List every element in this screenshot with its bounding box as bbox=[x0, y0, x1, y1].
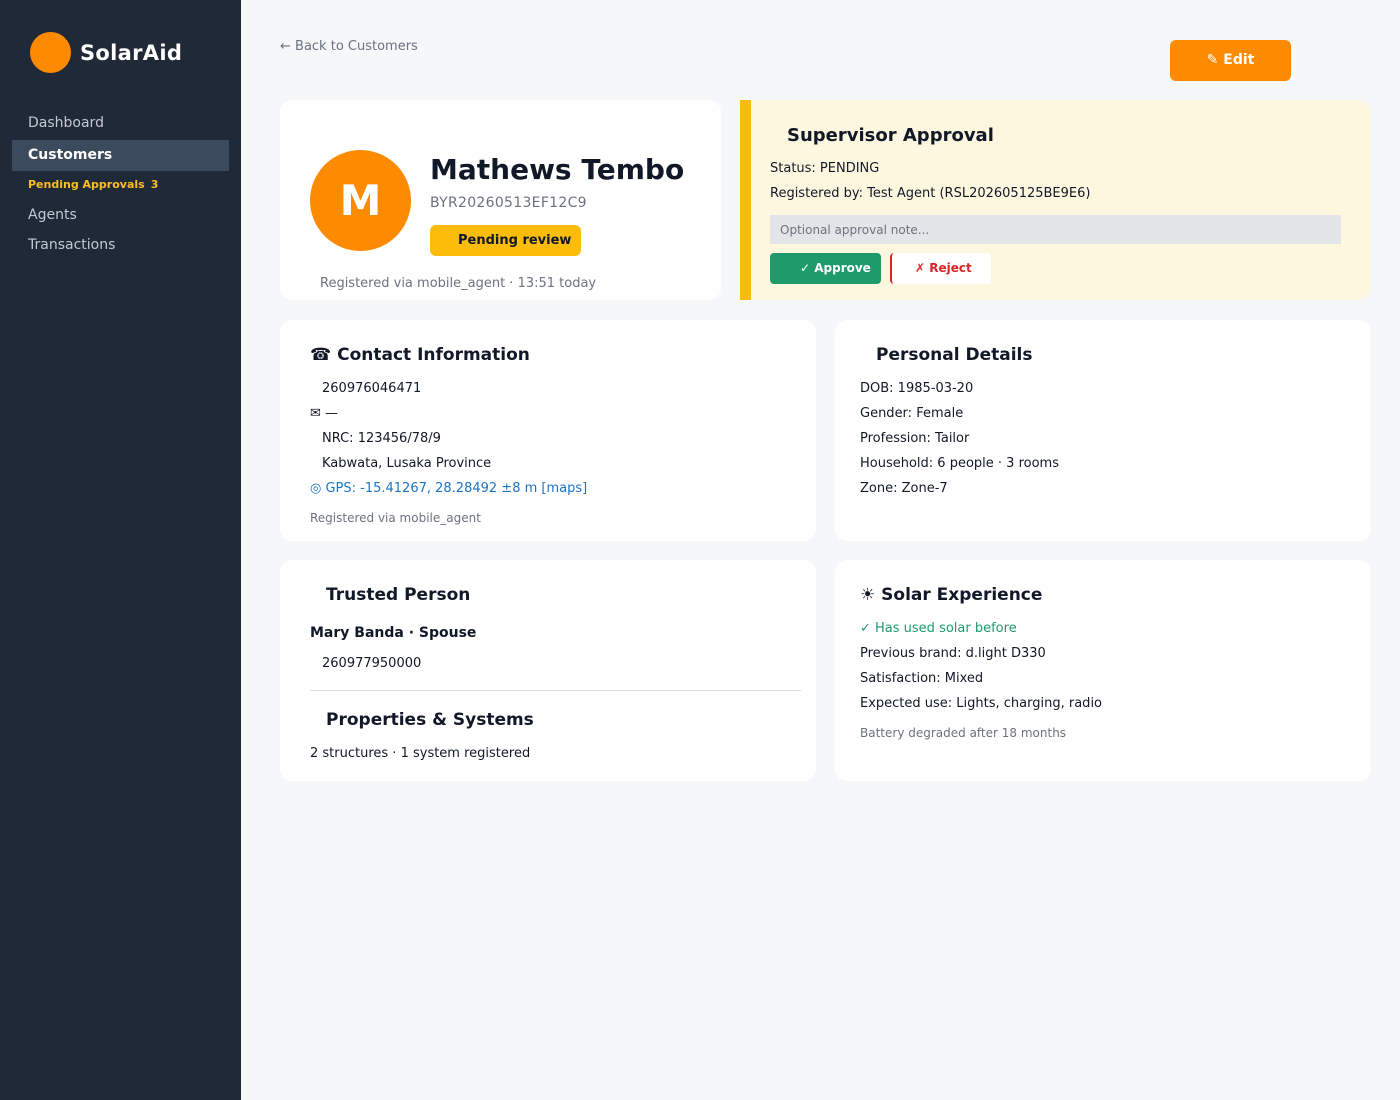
sidebar-item-transactions[interactable]: Transactions bbox=[12, 230, 229, 261]
contact-information-card: ☎ Contact Information 260976046471 ✉ — N… bbox=[280, 320, 816, 541]
solar-satisfaction: Satisfaction: Mixed bbox=[860, 671, 984, 686]
sidebar: SolarAid Dashboard Customers Pending App… bbox=[0, 0, 241, 1100]
contact-nrc: NRC: 123456/78/9 bbox=[322, 431, 441, 446]
personal-profession: Profession: Tailor bbox=[860, 431, 970, 446]
supervisor-approval-panel: Supervisor Approval Status: PENDING Regi… bbox=[740, 100, 1370, 300]
personal-gender: Gender: Female bbox=[860, 406, 964, 421]
personal-zone: Zone: Zone-7 bbox=[860, 481, 948, 496]
sidebar-item-customers[interactable]: Customers bbox=[12, 140, 229, 171]
sidebar-item-pending-approvals[interactable]: Pending Approvals 3 bbox=[28, 178, 158, 191]
brand-name: SolarAid bbox=[80, 40, 183, 65]
pending-approvals-count: 3 bbox=[150, 178, 159, 191]
contact-phone[interactable]: 260976046471 bbox=[322, 381, 421, 396]
divider bbox=[310, 690, 801, 691]
registration-note: Registered via mobile_agent · 13:51 toda… bbox=[320, 276, 597, 291]
reject-button[interactable]: ✗ Reject bbox=[890, 253, 991, 284]
personal-details-card: Personal Details DOB: 1985-03-20 Gender:… bbox=[835, 320, 1371, 541]
sidebar-item-agents[interactable]: Agents bbox=[12, 200, 229, 231]
pending-approvals-label: Pending Approvals bbox=[28, 178, 145, 191]
brand[interactable]: SolarAid bbox=[30, 32, 182, 73]
back-to-customers-link[interactable]: ← Back to Customers bbox=[280, 39, 418, 54]
properties-title: Properties & Systems bbox=[326, 710, 534, 730]
status-badge: Pending review bbox=[430, 225, 581, 256]
solar-note: Battery degraded after 18 months bbox=[860, 726, 1067, 740]
approval-note-input[interactable] bbox=[770, 215, 1341, 244]
gps-maps-link[interactable]: ◎ GPS: -15.41267, 28.28492 ±8 m [maps] bbox=[310, 481, 587, 496]
contact-registered-via: Registered via mobile_agent bbox=[310, 511, 481, 525]
approve-button[interactable]: ✓ Approve bbox=[770, 253, 881, 284]
sun-logo-icon bbox=[30, 32, 71, 73]
solar-experience-card: ☀ Solar Experience ✓ Has used solar befo… bbox=[835, 560, 1371, 781]
contact-location: Kabwata, Lusaka Province bbox=[322, 456, 492, 471]
customer-id: BYR20260513EF12C9 bbox=[430, 195, 587, 211]
trusted-title: Trusted Person bbox=[326, 585, 471, 605]
personal-dob: DOB: 1985-03-20 bbox=[860, 381, 974, 396]
solar-title: ☀ Solar Experience bbox=[860, 585, 1043, 605]
contact-email: ✉ — bbox=[310, 406, 339, 421]
solar-previous-brand: Previous brand: d.light D330 bbox=[860, 646, 1046, 661]
trusted-phone[interactable]: 260977950000 bbox=[322, 656, 421, 671]
avatar: M bbox=[310, 150, 411, 251]
solar-used-before: ✓ Has used solar before bbox=[860, 621, 1017, 636]
trusted-person-card: Trusted Person Mary Banda · Spouse 26097… bbox=[280, 560, 816, 781]
approval-status: Status: PENDING bbox=[770, 161, 880, 176]
properties-summary: 2 structures · 1 system registered bbox=[310, 746, 531, 761]
solar-expected-use: Expected use: Lights, charging, radio bbox=[860, 696, 1103, 711]
trusted-name: Mary Banda · Spouse bbox=[310, 625, 477, 641]
contact-title: ☎ Contact Information bbox=[310, 345, 530, 365]
customer-name: Mathews Tembo bbox=[430, 153, 685, 186]
profile-card: M Mathews Tembo BYR20260513EF12C9 Pendin… bbox=[280, 100, 721, 300]
edit-button[interactable]: ✎ Edit bbox=[1170, 40, 1291, 81]
personal-household: Household: 6 people · 3 rooms bbox=[860, 456, 1059, 471]
approval-registered-by: Registered by: Test Agent (RSL202605125B… bbox=[770, 186, 1091, 201]
sidebar-item-dashboard[interactable]: Dashboard bbox=[12, 108, 229, 139]
personal-title: Personal Details bbox=[876, 345, 1033, 365]
approval-title: Supervisor Approval bbox=[787, 125, 994, 146]
